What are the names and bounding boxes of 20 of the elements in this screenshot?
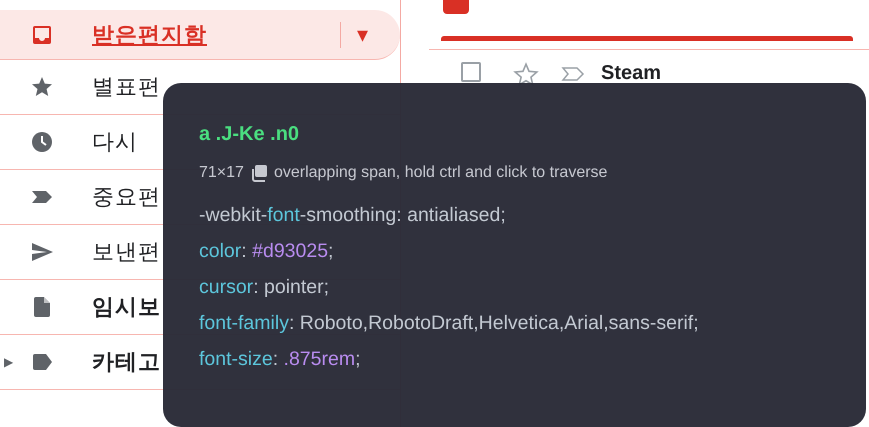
css-declaration: color: #d93025; <box>199 240 334 263</box>
folder-menu-button[interactable]: ▾ <box>340 22 384 48</box>
folder-label: 임시보 <box>92 293 161 321</box>
folder-label: 카테고 <box>92 348 161 376</box>
overlap-note: overlapping span, hold ctrl and click to traverse <box>274 164 608 182</box>
folder-label: 별표편 <box>92 73 161 101</box>
css-declaration: font-family: Roboto,RobotoDraft,Helvetica,Arial,sans-serif; <box>199 312 699 335</box>
folder-label: 다시 <box>92 128 138 156</box>
css-declaration: cursor: pointer; <box>199 276 330 299</box>
css-selector: a .J-Ke .n0 <box>199 123 300 146</box>
css-declaration: font-size: .875rem; <box>199 348 361 371</box>
sender-name: Steam <box>601 62 662 84</box>
folder-label: 보낸편 <box>92 238 161 266</box>
copy-icon <box>250 164 268 182</box>
css-declaration: -webkit-font-smoothing: antialiased; <box>199 204 506 227</box>
expand-toggle[interactable]: ▶ <box>4 355 13 369</box>
clock-icon <box>30 130 54 154</box>
folder-label: 중요편 <box>92 183 161 211</box>
send-icon <box>30 240 54 264</box>
element-size: 71×17 <box>199 164 244 182</box>
